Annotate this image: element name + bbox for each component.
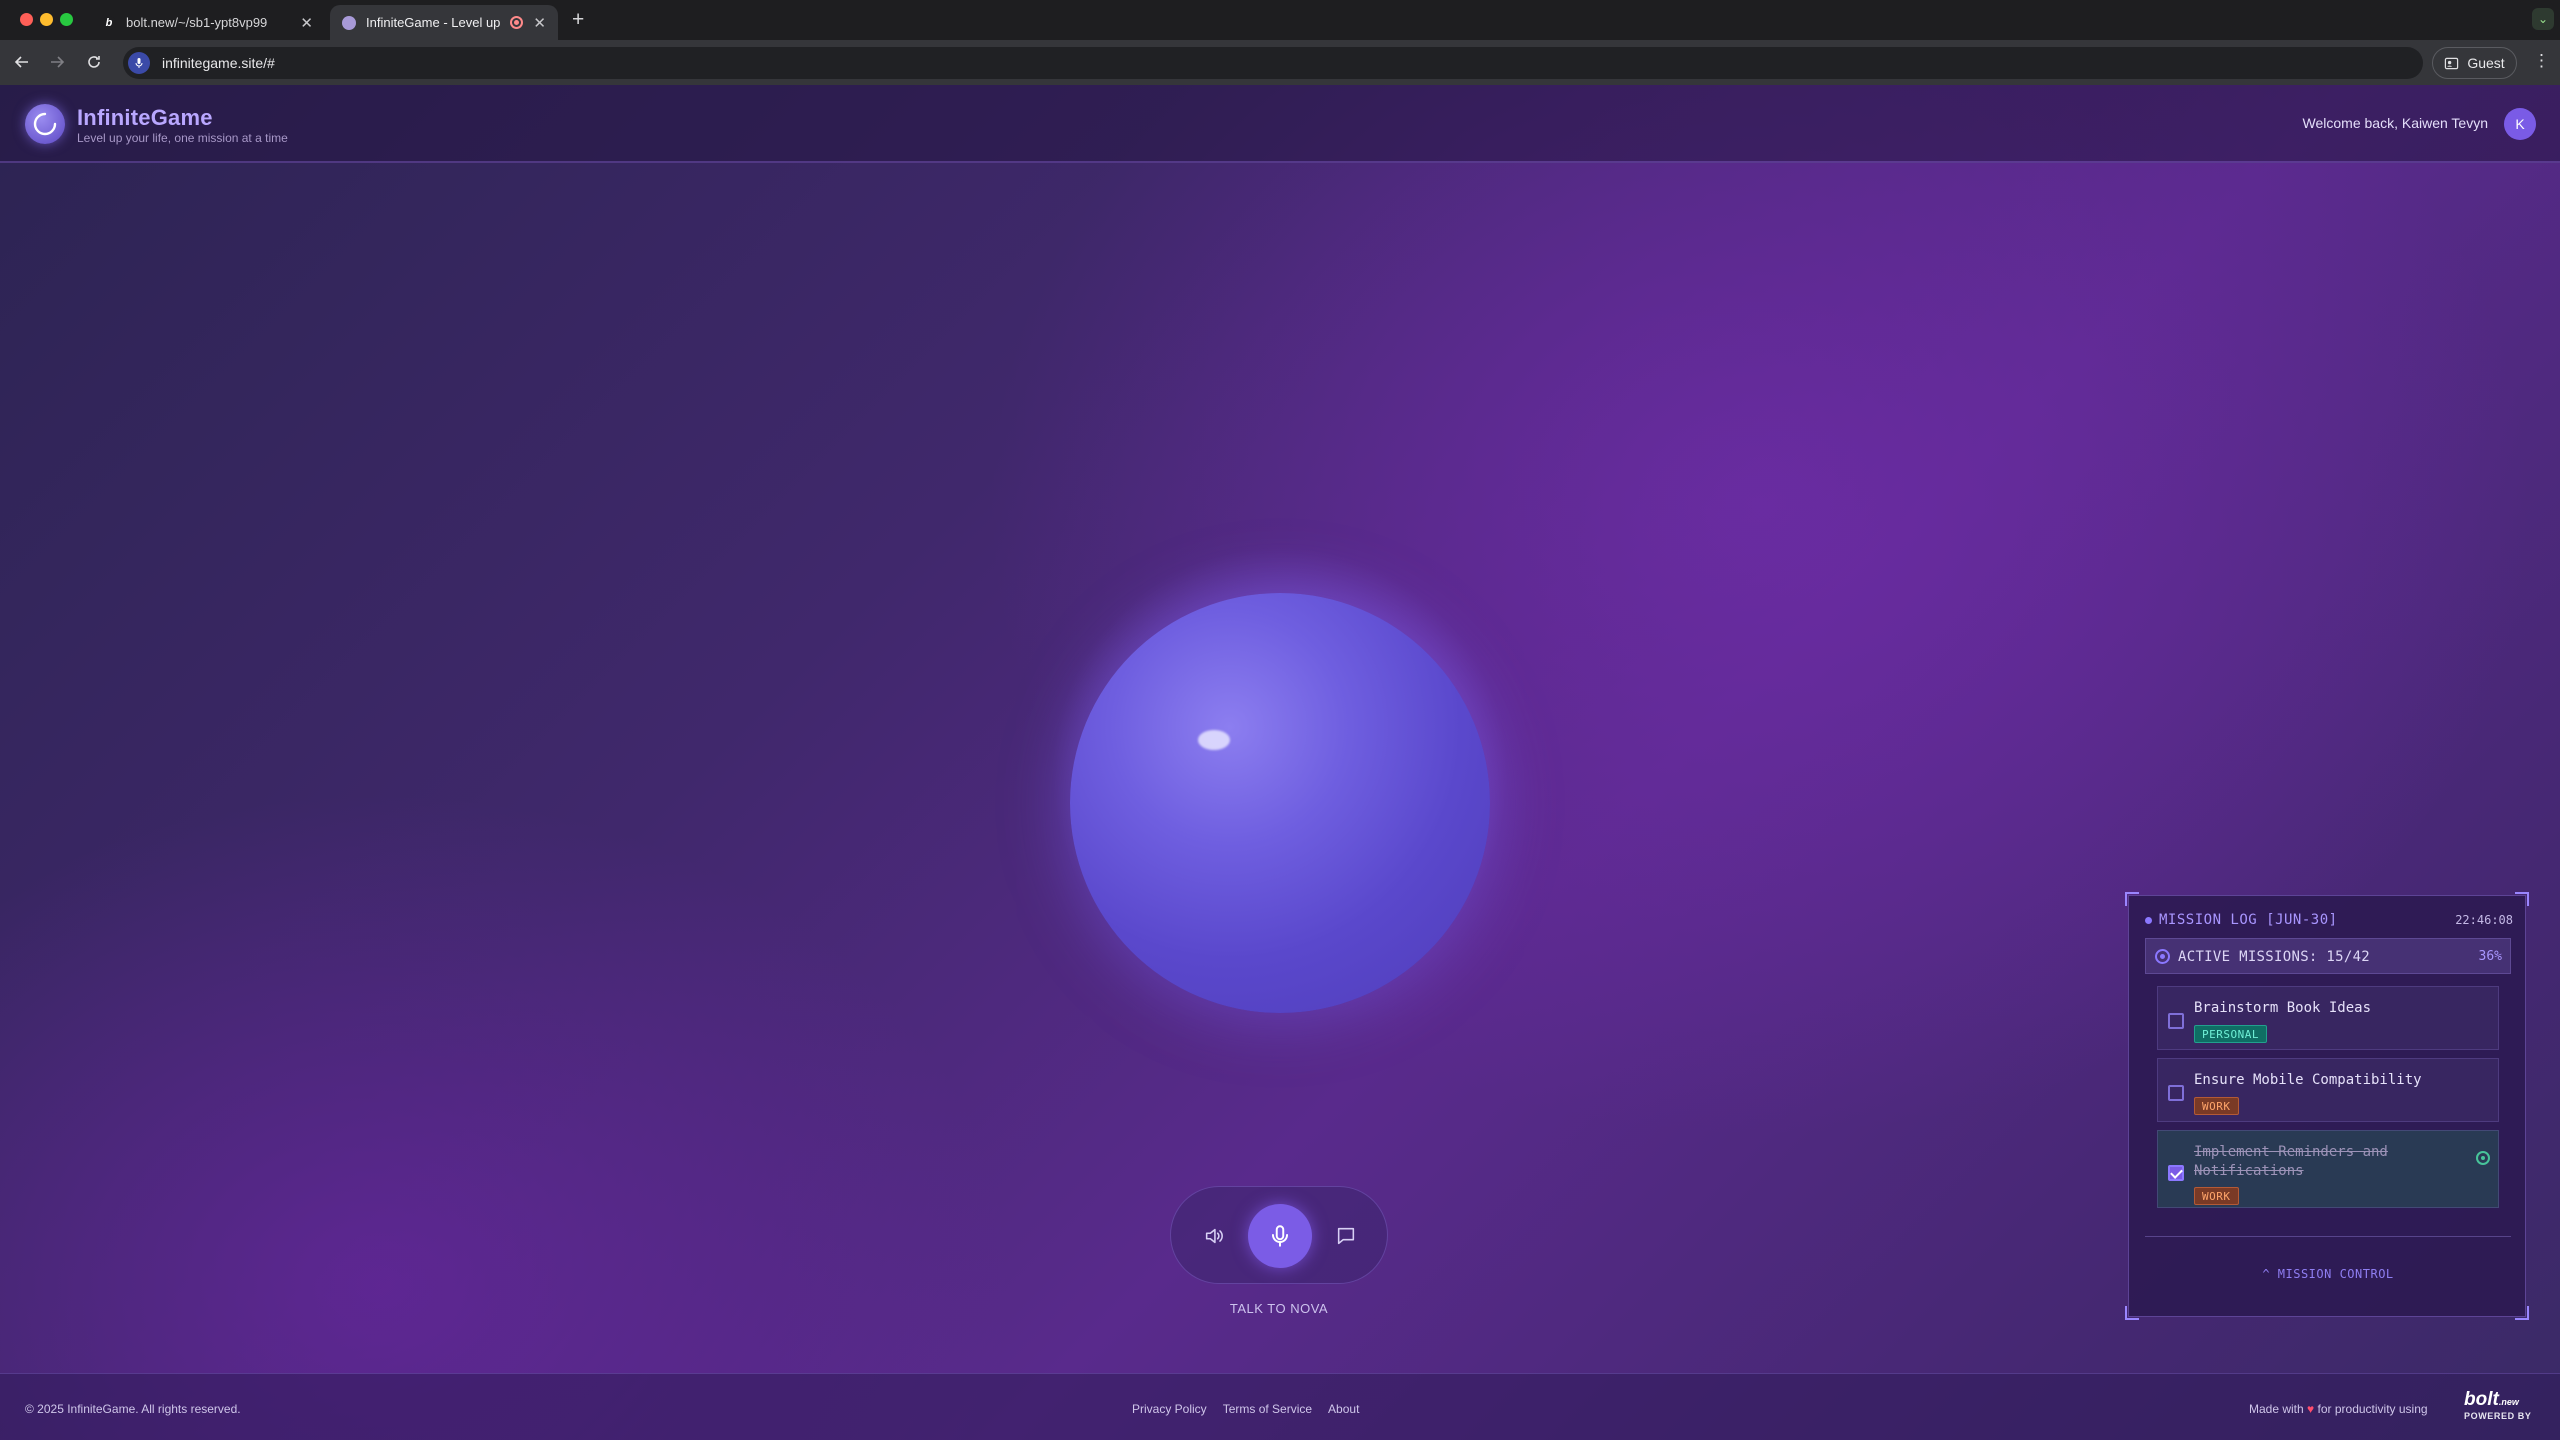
completion-percent: 36% (2478, 949, 2502, 964)
app-logo-icon[interactable] (25, 104, 65, 144)
arrow-right-icon (51, 56, 65, 68)
arrow-left-icon (14, 56, 28, 68)
active-missions-bar: ACTIVE MISSIONS: 15/42 36% (2145, 938, 2511, 974)
welcome-message: Welcome back, Kaiwen Tevyn (2302, 115, 2488, 131)
mission-name: Brainstorm Book Ideas (2194, 1000, 2372, 1016)
completed-icon (2476, 1151, 2490, 1165)
bolt-logo-suffix: .new (2498, 1397, 2519, 1407)
microphone-icon (1271, 1225, 1289, 1247)
divider (2145, 1236, 2511, 1237)
brand-name[interactable]: InfiniteGame (77, 105, 213, 131)
mission-list[interactable]: Brainstorm Book Ideas PERSONAL Ensure Mo… (2145, 982, 2511, 1218)
footer-links: Privacy Policy Terms of Service About (1132, 1402, 1359, 1416)
made-with-prefix: Made with (2249, 1402, 2304, 1416)
mission-item[interactable]: Implement Reminders and Notifications WO… (2157, 1130, 2499, 1208)
made-with-text: Made with ♥ for productivity using (2249, 1402, 2428, 1416)
user-avatar[interactable]: K (2504, 108, 2536, 140)
mission-control-toggle[interactable]: ^ MISSION CONTROL (2129, 1267, 2527, 1281)
privacy-policy-link[interactable]: Privacy Policy (1132, 1402, 1207, 1416)
profile-icon (2445, 57, 2459, 69)
microphone-button[interactable] (1248, 1204, 1312, 1268)
tab-title: bolt.new/~/sb1-ypt8vp99 (126, 15, 268, 30)
powered-by-label: POWERED BY (2464, 1411, 2532, 1421)
mission-item[interactable]: Ensure Mobile Compatibility WORK (2157, 1058, 2499, 1122)
browser-tab-bar: b bolt.new/~/sb1-ypt8vp99 ✕ InfiniteGame… (0, 0, 2560, 40)
close-tab-icon[interactable]: ✕ (300, 14, 313, 32)
minimize-window-button[interactable] (40, 13, 53, 26)
tab-infinitegame[interactable]: InfiniteGame - Level up yo ✕ (330, 5, 558, 40)
browser-menu-icon[interactable]: ⋮ (2533, 52, 2550, 69)
mission-tag: WORK (2194, 1187, 2239, 1205)
target-icon (2155, 949, 2170, 964)
bolt-favicon-icon: b (102, 15, 116, 30)
orb-highlight (1198, 730, 1230, 750)
recording-icon (510, 16, 524, 29)
voice-controls (1170, 1186, 1388, 1284)
bolt-logo-text: bolt (2464, 1389, 2499, 1410)
back-button[interactable] (10, 50, 34, 74)
mission-tag: PERSONAL (2194, 1025, 2267, 1043)
mission-log-panel: MISSION LOG [JUN-30] 22:46:08 ACTIVE MIS… (2125, 892, 2529, 1320)
speaker-button[interactable] (1201, 1223, 1227, 1249)
browser-toolbar: infinitegame.site/# Guest ⋮ (0, 40, 2560, 85)
status-dot-icon (2145, 917, 2152, 924)
mission-name: Ensure Mobile Compatibility (2194, 1072, 2422, 1088)
maximize-window-button[interactable] (60, 13, 73, 26)
heart-icon: ♥ (2307, 1402, 2315, 1416)
bolt-logo: bolt.new (2464, 1389, 2540, 1411)
url-text[interactable]: infinitegame.site/# (162, 55, 275, 71)
speaker-icon (1205, 1228, 1223, 1244)
mission-log-title: MISSION LOG [JUN-30] (2159, 912, 2338, 928)
nova-orb[interactable] (1070, 593, 1490, 1013)
close-tab-icon[interactable]: ✕ (533, 14, 546, 32)
address-bar[interactable]: infinitegame.site/# (123, 47, 2423, 79)
bolt-badge[interactable]: bolt.new POWERED BY (2464, 1389, 2540, 1421)
about-link[interactable]: About (1328, 1402, 1359, 1416)
tab-bolt[interactable]: b bolt.new/~/sb1-ypt8vp99 ✕ (90, 5, 325, 40)
brand-tagline: Level up your life, one mission at a tim… (77, 131, 288, 145)
reload-button[interactable] (82, 50, 106, 74)
panel-corner (2515, 1306, 2529, 1320)
chat-icon (1337, 1227, 1355, 1245)
mission-checkbox[interactable] (2168, 1013, 2184, 1029)
mission-checkbox[interactable] (2168, 1085, 2184, 1101)
app-footer: © 2025 InfiniteGame. All rights reserved… (0, 1373, 2560, 1440)
panel-corner (2515, 892, 2529, 906)
reload-icon (88, 56, 100, 68)
mission-log-clock: 22:46:08 (2455, 913, 2513, 927)
panel-corner (2125, 892, 2139, 906)
app-page: InfiniteGame Level up your life, one mis… (0, 85, 2560, 1440)
close-window-button[interactable] (20, 13, 33, 26)
site-info-icon[interactable] (128, 52, 150, 74)
terms-of-service-link[interactable]: Terms of Service (1223, 1402, 1312, 1416)
active-missions-count: ACTIVE MISSIONS: 15/42 (2178, 949, 2371, 965)
chat-button[interactable] (1333, 1223, 1359, 1249)
mission-tag: WORK (2194, 1097, 2239, 1115)
profile-label: Guest (2467, 55, 2505, 71)
talk-to-nova-label: TALK TO NOVA (1229, 1301, 1329, 1316)
tab-title: InfiniteGame - Level up yo (366, 15, 505, 30)
forward-button[interactable] (45, 50, 69, 74)
mission-checkbox-checked[interactable] (2168, 1165, 2184, 1181)
made-with-suffix: for productivity using (2317, 1402, 2428, 1416)
tab-search-icon[interactable]: ⌄ (2532, 8, 2554, 30)
infinitegame-favicon-icon (342, 15, 356, 30)
app-header: InfiniteGame Level up your life, one mis… (0, 85, 2560, 163)
profile-button[interactable]: Guest (2432, 47, 2517, 79)
copyright-text: © 2025 InfiniteGame. All rights reserved… (25, 1402, 241, 1416)
mission-name: Implement Reminders and Notifications (2194, 1144, 2388, 1179)
mission-item[interactable]: Brainstorm Book Ideas PERSONAL (2157, 986, 2499, 1050)
panel-corner (2125, 1306, 2139, 1320)
new-tab-button[interactable]: + (572, 8, 584, 32)
